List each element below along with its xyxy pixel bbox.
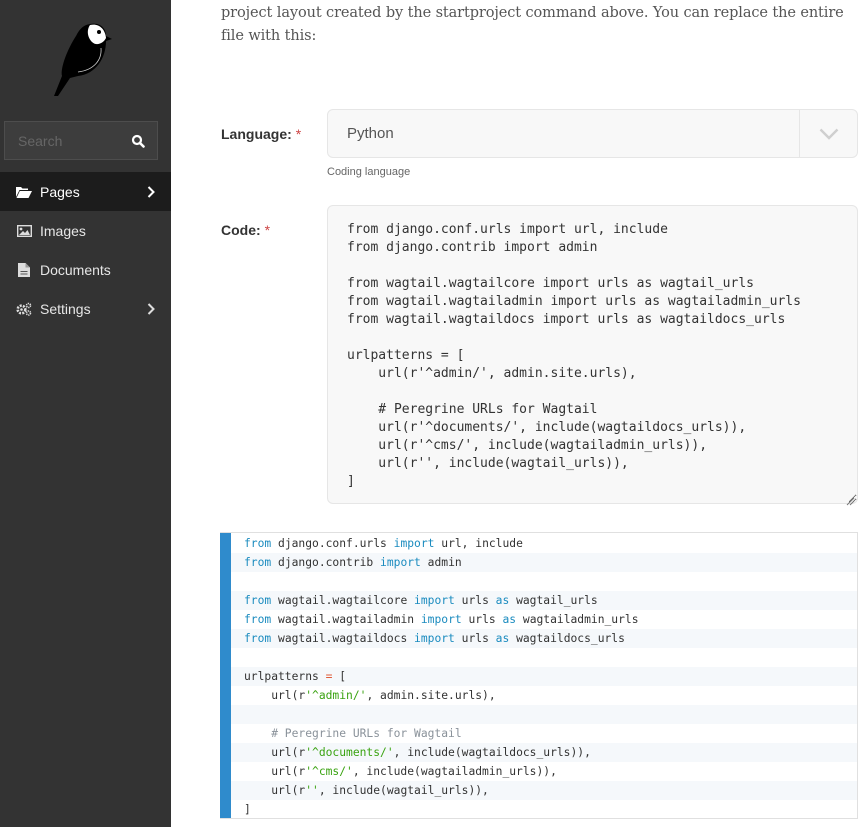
code-preview-accent-bar [220, 533, 231, 818]
search-input[interactable] [5, 122, 125, 159]
language-select-value: Python [347, 125, 394, 142]
folder-open-icon [16, 185, 32, 199]
language-select[interactable]: Python [327, 109, 858, 158]
sidebar: Pages Images Documents Settings [0, 0, 171, 827]
code-keyword: from [244, 537, 272, 550]
code-comment: # Peregrine URLs for Wagtail [244, 727, 462, 740]
code-text: , include(wagtail_urls)), [318, 784, 489, 797]
document-icon [16, 262, 32, 277]
code-line: url(r'^cms/', include(wagtailadmin_urls)… [231, 762, 857, 781]
code-text: urls [454, 594, 496, 607]
code-preview-lines: from django.conf.urls import url, includ… [231, 534, 857, 819]
code-text: [ [332, 670, 347, 683]
code-line: ] [231, 800, 857, 819]
code-text: django.contrib [271, 556, 381, 569]
code-keyword: as [502, 613, 517, 626]
code-line: from wagtail.wagtaildocs import urls as … [231, 629, 857, 648]
sidebar-menu: Pages Images Documents Settings [0, 172, 171, 328]
code-keyword: import [380, 556, 421, 569]
code-keyword: from [244, 594, 272, 607]
code-text: , include(wagtaildocs_urls)), [393, 746, 591, 759]
code-textarea[interactable] [327, 205, 858, 504]
code-text: , admin.site.urls), [366, 689, 496, 702]
code-text: , include(wagtailadmin_urls)), [352, 765, 557, 778]
code-line: from wagtail.wagtailcore import urls as … [231, 591, 857, 610]
code-text: wagtail.wagtailadmin [271, 613, 421, 626]
code-keyword: import [393, 537, 435, 550]
code-line: url(r'^documents/', include(wagtaildocs_… [231, 743, 857, 762]
code-keyword: import [420, 613, 462, 626]
sidebar-item-settings[interactable]: Settings [0, 289, 171, 328]
search-box [4, 121, 158, 160]
code-keyword: from [244, 613, 272, 626]
sidebar-item-documents[interactable]: Documents [0, 250, 171, 289]
required-marker: * [295, 126, 302, 142]
image-icon [16, 224, 32, 238]
code-line: url(r'', include(wagtail_urls)), [231, 781, 857, 800]
code-line: from wagtail.wagtailadmin import urls as… [231, 610, 857, 629]
code-line [231, 705, 857, 724]
language-label: Language: * [221, 126, 301, 142]
code-text: urlpatterns [244, 670, 326, 683]
sidebar-item-label: Pages [40, 183, 80, 200]
code-line: from django.conf.urls import url, includ… [231, 534, 857, 553]
code-text: wagtail_urls [509, 594, 598, 607]
code-keyword: as [495, 632, 510, 645]
code-string: '' [305, 784, 319, 797]
wagtail-logo[interactable] [48, 18, 112, 98]
code-text: urls [454, 632, 496, 645]
resize-handle-icon[interactable] [845, 491, 855, 506]
code-line: urlpatterns = [ [231, 667, 857, 686]
sidebar-item-label: Settings [40, 300, 91, 317]
search-icon[interactable] [131, 133, 147, 149]
code-text: url(r [244, 784, 306, 797]
code-text: url(r [244, 689, 306, 702]
code-line: from django.contrib import admin [231, 553, 857, 572]
code-text: url(r [244, 746, 306, 759]
code-string: '^cms/' [305, 765, 353, 778]
intro-paragraph: project layout created by the startproje… [221, 5, 844, 44]
code-keyword: from [244, 556, 272, 569]
code-text: ] [244, 803, 251, 816]
code-string: '^documents/' [305, 746, 394, 759]
code-keyword: as [495, 594, 510, 607]
sidebar-item-label: Images [40, 222, 86, 239]
language-label-text: Language: [221, 126, 292, 142]
code-text: wagtail.wagtaildocs [271, 632, 415, 645]
code-label-text: Code: [221, 222, 261, 238]
code-keyword: import [414, 632, 455, 645]
cogs-icon [16, 302, 32, 316]
sidebar-item-pages[interactable]: Pages [0, 172, 171, 211]
code-line: # Peregrine URLs for Wagtail [231, 724, 857, 743]
code-string: '^admin/' [305, 689, 367, 702]
code-line: url(r'^admin/', admin.site.urls), [231, 686, 857, 705]
code-text: url(r [244, 765, 306, 778]
code-text: url, include [434, 537, 523, 550]
chevron-right-icon [147, 185, 155, 198]
required-marker: * [264, 222, 271, 238]
bird-logo-icon [54, 23, 112, 97]
code-keyword: from [244, 632, 272, 645]
code-text: wagtaildocs_urls [509, 632, 625, 645]
code-preview-block: from django.conf.urls import url, includ… [220, 532, 858, 819]
sidebar-item-label: Documents [40, 261, 111, 278]
sidebar-item-images[interactable]: Images [0, 211, 171, 250]
code-label: Code: * [221, 222, 270, 238]
code-text: wagtail.wagtailcore [271, 594, 415, 607]
chevron-right-icon [147, 302, 155, 315]
chevron-down-icon[interactable] [799, 110, 857, 157]
language-help-text: Coding language [327, 166, 411, 178]
code-text: wagtailadmin_urls [516, 613, 639, 626]
code-text: urls [461, 613, 503, 626]
code-keyword: import [414, 594, 455, 607]
code-text: admin [420, 556, 462, 569]
code-text: django.conf.urls [271, 537, 394, 550]
